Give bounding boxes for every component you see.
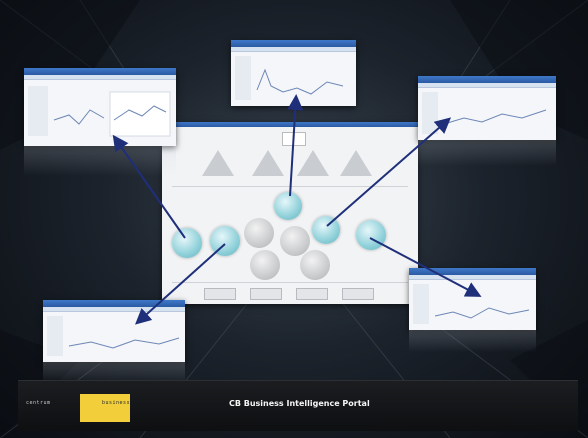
divider [172, 186, 408, 187]
line-chart-thumbnail [28, 86, 171, 137]
portal-button[interactable] [204, 288, 236, 300]
reflection [24, 146, 176, 176]
report-screenshot-bottom-right [409, 268, 536, 330]
reflection [409, 330, 536, 352]
pyramid-shape [297, 150, 329, 176]
line-chart-thumbnail [422, 92, 547, 134]
portal-logo [282, 132, 306, 146]
report-screenshot-bottom-left [43, 300, 185, 362]
portal-button[interactable] [342, 288, 374, 300]
portal-overview-screenshot [162, 122, 418, 304]
window-titlebar [162, 122, 418, 127]
module-node-left[interactable] [172, 228, 202, 258]
module-node-left-inner[interactable] [210, 226, 240, 256]
portal-title: CB Business Intelligence Portal [229, 399, 370, 408]
line-chart-thumbnail [47, 316, 180, 356]
category-node[interactable] [300, 250, 330, 280]
line-chart-thumbnail [235, 56, 344, 100]
module-node-right[interactable] [356, 220, 386, 250]
module-node-top[interactable] [274, 192, 302, 220]
reflection [418, 140, 556, 166]
category-node[interactable] [244, 218, 274, 248]
logo-word-right: business [102, 400, 131, 406]
divider [172, 282, 408, 283]
category-node[interactable] [280, 226, 310, 256]
portal-button[interactable] [250, 288, 282, 300]
pyramid-shape [252, 150, 284, 176]
pyramid-shape [202, 150, 234, 176]
category-node[interactable] [250, 250, 280, 280]
logo-icon: centrum business [26, 394, 146, 422]
report-screenshot-top-right [418, 76, 556, 140]
footer-bar: centrum business CB Business Intelligenc… [18, 380, 578, 431]
report-screenshot-top-center [231, 40, 356, 106]
portal-button[interactable] [296, 288, 328, 300]
logo-word-left: centrum [26, 400, 51, 406]
report-screenshot-top-left [24, 68, 176, 146]
line-chart-thumbnail [413, 284, 530, 324]
pyramid-shape [340, 150, 372, 176]
module-node-right-inner[interactable] [312, 216, 340, 244]
logo-square [80, 394, 130, 422]
